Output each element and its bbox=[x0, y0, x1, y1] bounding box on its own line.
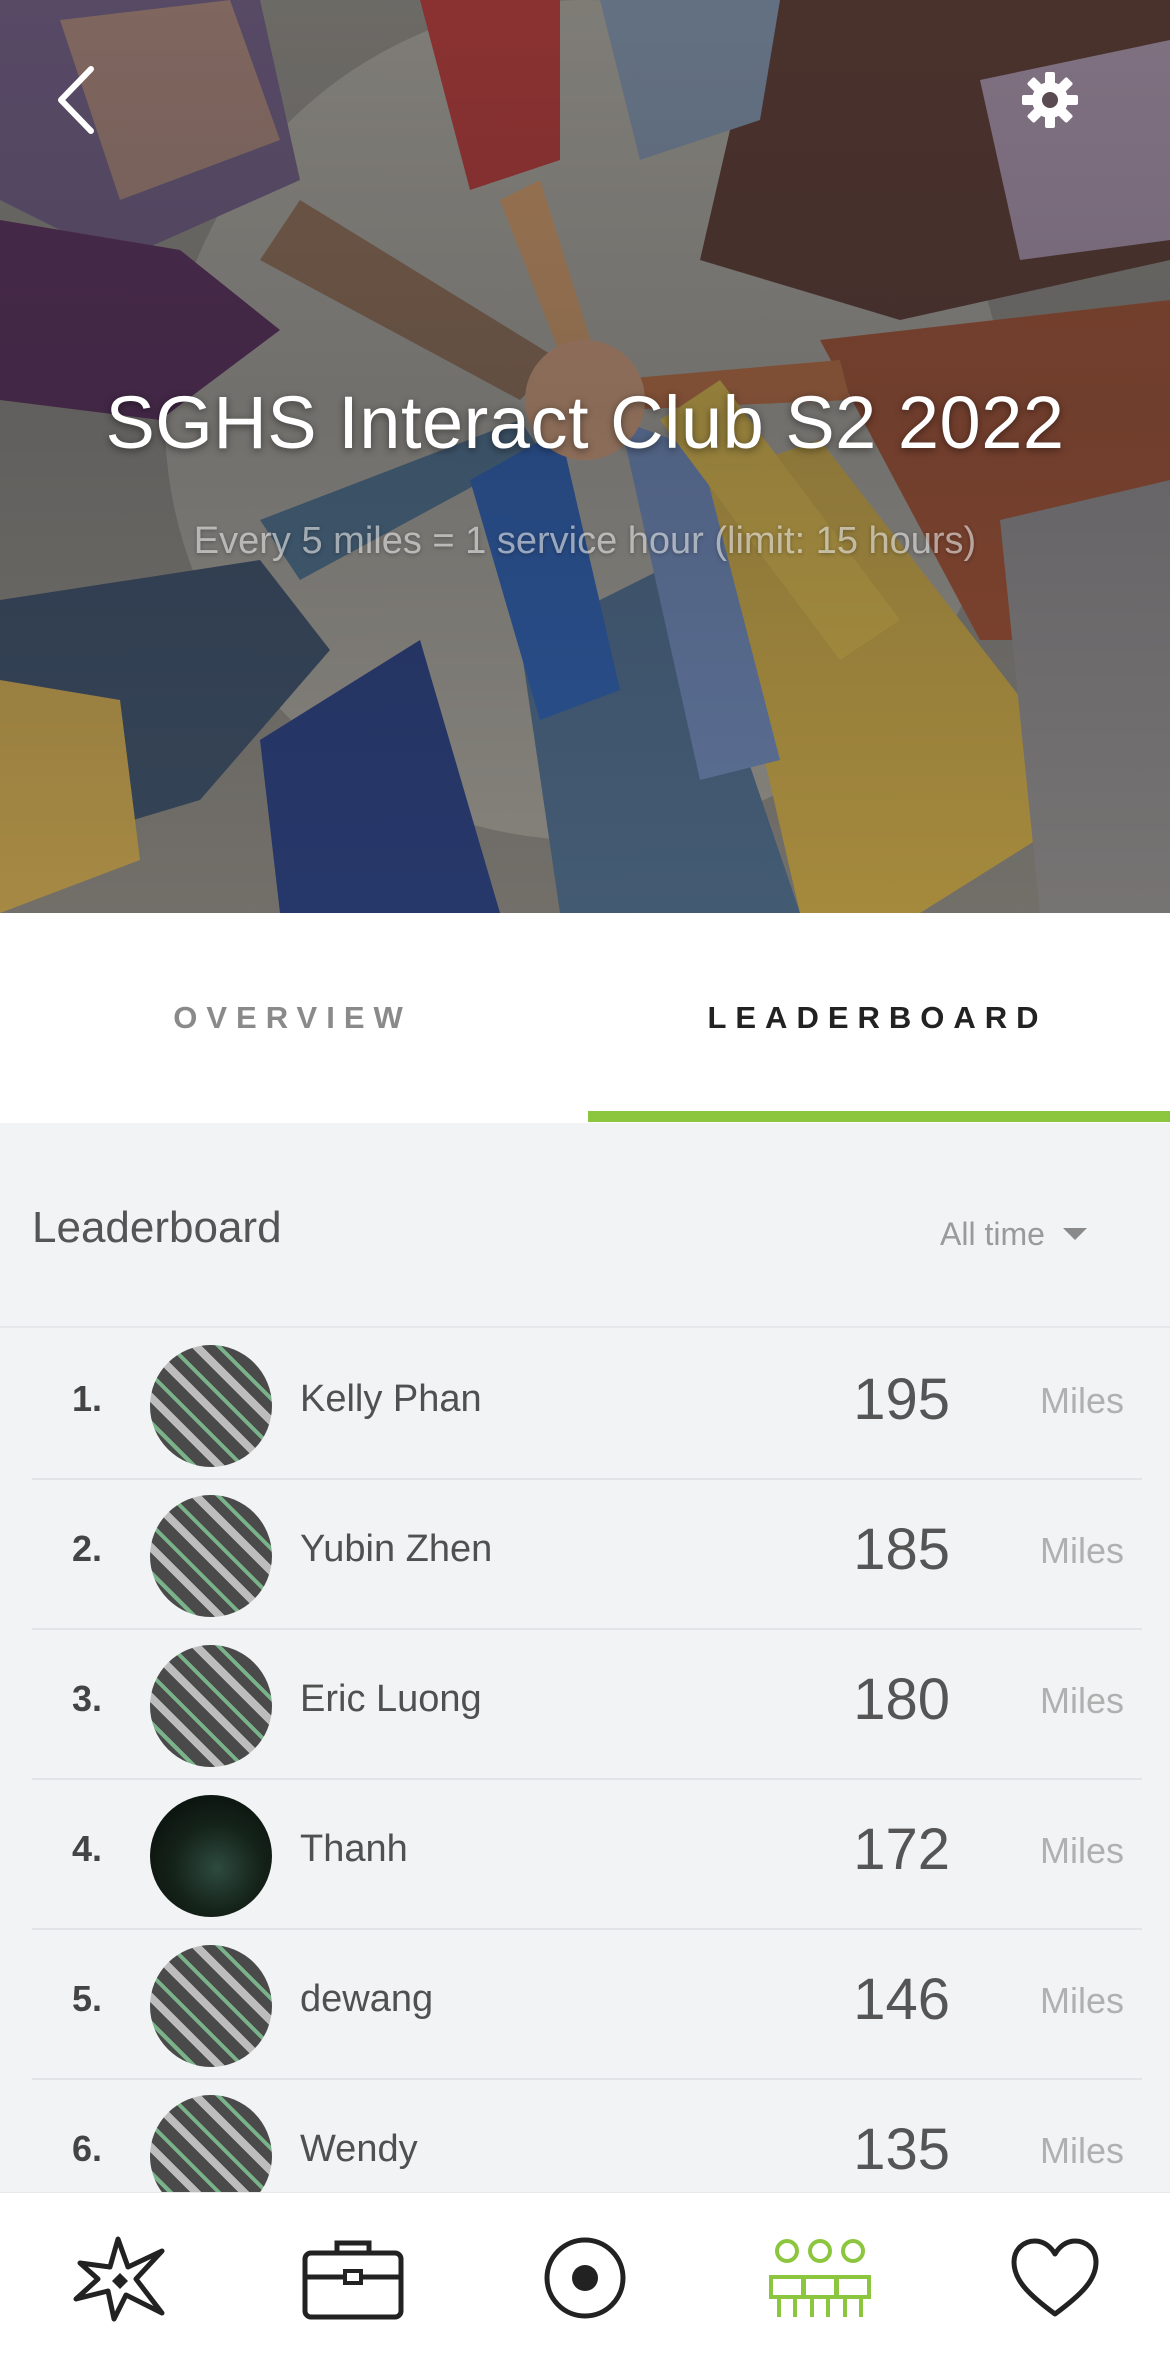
miles-value: 135 bbox=[853, 2117, 950, 2182]
back-button[interactable] bbox=[40, 50, 110, 150]
tab-overview[interactable]: OVERVIEW bbox=[0, 913, 585, 1123]
miles-value: 180 bbox=[853, 1667, 950, 1732]
member-name: Wendy bbox=[300, 2128, 418, 2170]
nav-record[interactable] bbox=[520, 2213, 650, 2343]
nav-jobs[interactable] bbox=[288, 2213, 418, 2343]
leaderboard-header: Leaderboard All time bbox=[0, 1123, 1170, 1328]
avatar bbox=[150, 1645, 272, 1767]
member-name: Eric Luong bbox=[300, 1678, 482, 1720]
member-name: Yubin Zhen bbox=[300, 1528, 493, 1570]
avatar bbox=[150, 1345, 272, 1467]
miles-value: 146 bbox=[853, 1967, 950, 2032]
tab-bar: OVERVIEW LEADERBOARD bbox=[0, 913, 1170, 1123]
miles-unit: Miles bbox=[1040, 2130, 1125, 2171]
nav-activity[interactable] bbox=[55, 2213, 185, 2343]
time-filter-label: All time bbox=[940, 1215, 1045, 1252]
rank: 1. bbox=[72, 1378, 103, 1419]
active-tab-indicator bbox=[588, 1111, 1170, 1122]
settings-button[interactable] bbox=[1010, 60, 1090, 140]
member-name: dewang bbox=[300, 1978, 434, 2020]
leaderboard-row[interactable]: 3. Eric Luong 180 Miles bbox=[0, 1630, 1170, 1780]
caret-down-icon bbox=[1062, 1228, 1087, 1240]
leaderboard-row[interactable]: 4. Thanh 172 Miles bbox=[0, 1780, 1170, 1930]
gear-icon bbox=[1022, 72, 1078, 128]
miles-unit: Miles bbox=[1040, 1680, 1125, 1721]
member-name: Kelly Phan bbox=[300, 1378, 482, 1420]
miles-value: 172 bbox=[853, 1817, 950, 1882]
divider bbox=[0, 1326, 1170, 1328]
tab-leaderboard[interactable]: LEADERBOARD bbox=[585, 913, 1170, 1123]
record-icon bbox=[544, 2237, 626, 2319]
hero-banner: SGHS Interact Club S2 2022 Every 5 miles… bbox=[0, 0, 1170, 913]
burst-icon bbox=[73, 2236, 165, 2322]
avatar bbox=[150, 1795, 272, 1917]
team-icon bbox=[769, 2239, 871, 2317]
time-filter-dropdown[interactable]: All time bbox=[940, 1209, 1087, 1259]
chevron-left-icon bbox=[58, 66, 94, 134]
miles-value: 195 bbox=[853, 1367, 950, 1432]
rank: 3. bbox=[72, 1678, 103, 1719]
member-name: Thanh bbox=[300, 1828, 408, 1870]
nav-teams[interactable] bbox=[755, 2213, 885, 2343]
leaderboard-title: Leaderboard bbox=[32, 1203, 282, 1252]
rank: 5. bbox=[72, 1978, 103, 2019]
nav-favorites[interactable] bbox=[990, 2213, 1120, 2343]
miles-unit: Miles bbox=[1040, 1380, 1125, 1421]
miles-value: 185 bbox=[853, 1517, 950, 1582]
heart-icon bbox=[1011, 2238, 1099, 2317]
leaderboard-row[interactable]: 5. dewang 146 Miles bbox=[0, 1930, 1170, 2080]
miles-unit: Miles bbox=[1040, 1980, 1125, 2021]
rank: 2. bbox=[72, 1528, 103, 1569]
avatar bbox=[150, 1495, 272, 1617]
bottom-navigation bbox=[0, 2192, 1170, 2357]
miles-unit: Miles bbox=[1040, 1830, 1125, 1871]
briefcase-icon bbox=[302, 2240, 404, 2320]
leaderboard-row[interactable]: 1. Kelly Phan 195 Miles bbox=[0, 1330, 1170, 1480]
miles-unit: Miles bbox=[1040, 1530, 1125, 1571]
avatar bbox=[150, 1945, 272, 2067]
leaderboard-row[interactable]: 2. Yubin Zhen 185 Miles bbox=[0, 1480, 1170, 1630]
rank: 6. bbox=[72, 2128, 103, 2169]
club-subtitle: Every 5 miles = 1 service hour (limit: 1… bbox=[193, 520, 977, 562]
rank: 4. bbox=[72, 1828, 103, 1869]
club-title: SGHS Interact Club S2 2022 bbox=[105, 381, 1065, 464]
